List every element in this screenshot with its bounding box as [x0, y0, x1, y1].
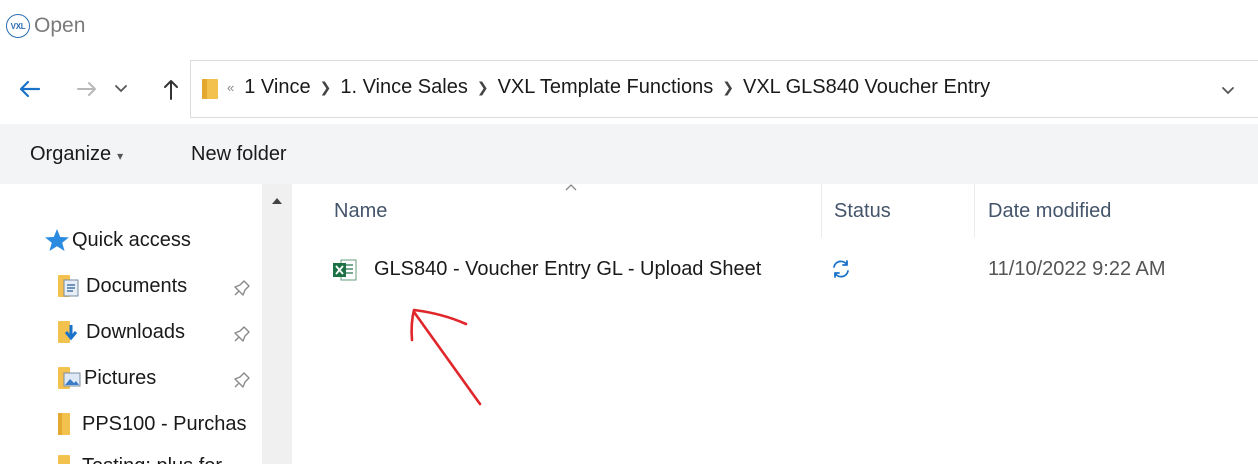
breadcrumb-overflow[interactable]: «: [227, 80, 234, 95]
chevron-down-icon: [1222, 87, 1234, 95]
folder-icon: [202, 79, 218, 99]
new-folder-button[interactable]: New folder: [191, 143, 287, 166]
up-button[interactable]: [156, 74, 186, 104]
nav-item-quick-access[interactable]: Quick access: [44, 228, 191, 252]
navigation-pane: Quick access Documents Downloads Picture…: [0, 184, 294, 464]
star-icon: [45, 229, 69, 251]
breadcrumb-separator-icon[interactable]: ❯: [477, 79, 489, 96]
breadcrumb-item[interactable]: VXL Template Functions: [498, 76, 714, 99]
organize-button[interactable]: Organize ▾: [30, 143, 123, 166]
recent-locations-button[interactable]: [106, 74, 136, 104]
pin-icon: [234, 280, 250, 296]
navigation-tree: Quick access Documents Downloads Picture…: [0, 184, 262, 464]
chevron-up-icon: [272, 198, 282, 204]
nav-item-folder[interactable]: PPS100 - Purchas: [58, 412, 247, 436]
excel-icon: [333, 259, 357, 281]
pin-icon: [234, 372, 250, 388]
title-bar: VXL Open: [0, 0, 1258, 52]
breadcrumb-separator-icon[interactable]: ❯: [722, 79, 734, 96]
vxl-logo-icon: VXL: [6, 14, 30, 38]
forward-arrow-icon: [77, 82, 96, 96]
nav-scrollbar[interactable]: [262, 184, 292, 464]
column-header-status[interactable]: Status: [834, 200, 891, 223]
file-date-modified: 11/10/2022 9:22 AM: [988, 258, 1166, 280]
documents-folder-icon: [58, 275, 79, 297]
nav-item-label: PPS100 - Purchas: [82, 412, 247, 435]
nav-item-label: Documents: [86, 274, 188, 297]
sort-ascending-icon: [565, 184, 577, 191]
column-header-date-modified[interactable]: Date modified: [988, 200, 1111, 223]
file-row[interactable]: GLS840 - Voucher Entry GL - Upload Sheet…: [324, 248, 1224, 288]
chevron-down-icon: [115, 85, 127, 93]
downloads-folder-icon: [58, 321, 78, 343]
caret-down-icon: ▾: [117, 149, 124, 163]
nav-item-label: Quick access: [72, 228, 191, 251]
breadcrumb: « 1 Vince ❯ 1. Vince Sales ❯ VXL Templat…: [227, 76, 990, 99]
file-name: GLS840 - Voucher Entry GL - Upload Sheet: [374, 258, 762, 280]
address-history-button[interactable]: [1221, 83, 1235, 101]
pin-icon: [234, 326, 250, 342]
column-divider[interactable]: [821, 184, 822, 238]
column-divider[interactable]: [974, 184, 975, 238]
forward-button[interactable]: [72, 74, 102, 104]
breadcrumb-item[interactable]: VXL GLS840 Voucher Entry: [743, 76, 990, 99]
address-bar[interactable]: « 1 Vince ❯ 1. Vince Sales ❯ VXL Templat…: [190, 60, 1258, 118]
breadcrumb-item[interactable]: 1 Vince: [244, 76, 310, 99]
nav-item-downloads[interactable]: Downloads: [58, 320, 185, 344]
breadcrumb-item[interactable]: 1. Vince Sales: [340, 76, 468, 99]
up-arrow-icon: [164, 80, 178, 100]
column-header-name[interactable]: Name: [334, 200, 387, 223]
organize-label: Organize: [30, 143, 112, 165]
nav-item-label: Pictures: [84, 366, 157, 389]
sync-icon: [833, 260, 849, 278]
annotation-arrow-icon: [410, 308, 482, 406]
back-arrow-icon: [19, 80, 41, 98]
nav-item-documents[interactable]: Documents: [58, 274, 187, 298]
command-bar: Organize ▾ New folder: [0, 124, 1258, 184]
nav-item-pictures[interactable]: Pictures: [58, 366, 156, 390]
scroll-up-button[interactable]: [264, 190, 290, 212]
window-title: Open: [34, 14, 86, 37]
nav-item-label: Downloads: [86, 320, 185, 343]
nav-item-label: Testing: plus for: [82, 455, 222, 464]
breadcrumb-separator-icon[interactable]: ❯: [320, 79, 332, 96]
nav-item-folder[interactable]: Testing: plus for: [58, 454, 222, 464]
back-button[interactable]: [14, 74, 44, 104]
